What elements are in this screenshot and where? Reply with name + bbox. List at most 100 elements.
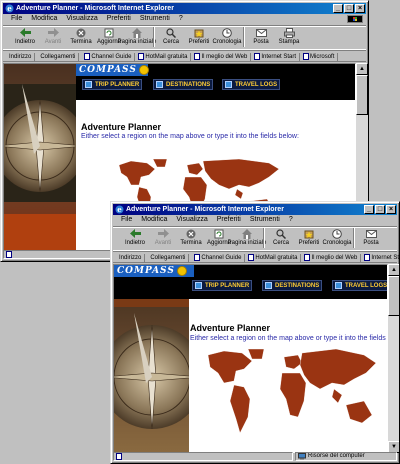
address-links-bar: Indirizzo Collegamenti Channel Guide Hot… <box>3 52 366 62</box>
maximize-button[interactable]: □ <box>375 205 385 214</box>
sun-icon <box>176 265 187 276</box>
minimize-button[interactable]: _ <box>333 4 343 13</box>
menu-help[interactable]: ? <box>179 14 183 24</box>
refresh-button[interactable]: Aggiorna <box>205 228 233 250</box>
link-channel-guide[interactable]: Channel Guide <box>84 52 136 61</box>
svg-text:e: e <box>117 205 122 214</box>
toolbar-separator <box>263 228 265 248</box>
browser-window-front[interactable]: e Adventure Planner - Microsoft Internet… <box>110 201 400 464</box>
svg-text:e: e <box>7 4 12 13</box>
link-hotmail[interactable]: HotMail gratuita <box>248 253 302 262</box>
nav-travel-logs[interactable]: TRAVEL LOGS <box>222 79 281 90</box>
stop-button[interactable]: Termina <box>177 228 205 250</box>
scroll-up-button[interactable]: ▲ <box>356 63 368 75</box>
nav-destinations[interactable]: DESTINATIONS <box>262 280 323 291</box>
nav-trip-planner[interactable]: TRIP PLANNER <box>82 79 143 90</box>
link-internet-start[interactable]: Internet Start <box>254 52 301 61</box>
forward-button[interactable]: Avanti <box>39 27 67 49</box>
close-button[interactable]: × <box>386 205 396 214</box>
stop-button[interactable]: Termina <box>67 27 95 49</box>
instructions-text: Either select a region on the map above … <box>81 133 299 140</box>
world-map[interactable] <box>204 349 384 449</box>
links-label[interactable]: Collegamenti <box>150 253 190 262</box>
stop-icon <box>186 229 196 238</box>
menu-strumenti[interactable]: Strumenti <box>250 215 280 225</box>
print-button[interactable]: Stampa <box>275 27 303 49</box>
toolbar-separator <box>243 27 245 47</box>
search-icon <box>166 27 176 38</box>
minimize-button[interactable]: _ <box>364 205 374 214</box>
sun-icon <box>138 64 149 75</box>
history-icon <box>222 27 232 38</box>
links-label[interactable]: Collegamenti <box>40 52 80 61</box>
menu-file[interactable]: File <box>121 215 132 225</box>
forward-button[interactable]: Avanti <box>149 228 177 250</box>
favorites-button[interactable]: Preferiti <box>185 27 213 49</box>
compass-logo[interactable]: COMPASS <box>114 265 194 277</box>
menu-preferiti[interactable]: Preferiti <box>217 215 241 225</box>
flag-icon <box>225 81 232 88</box>
title-bar[interactable]: e Adventure Planner - Microsoft Internet… <box>113 204 397 215</box>
favorites-button[interactable]: Preferiti <box>295 228 323 250</box>
page-icon <box>194 53 201 60</box>
home-icon <box>242 228 252 239</box>
compass-image <box>4 64 76 250</box>
nav-travel-logs[interactable]: TRAVEL LOGS <box>332 280 387 291</box>
back-button[interactable]: Indietro <box>11 27 39 49</box>
menu-bar: File Modifica Visualizza Preferiti Strum… <box>113 215 397 225</box>
menu-visualizza[interactable]: Visualizza <box>66 14 97 24</box>
menu-strumenti[interactable]: Strumenti <box>140 14 170 24</box>
page-icon <box>84 53 91 60</box>
standard-toolbar: Indietro Avanti Termina Aggiorna Pagina … <box>3 25 366 50</box>
menu-modifica[interactable]: Modifica <box>31 14 57 24</box>
link-channel-guide[interactable]: Channel Guide <box>194 253 246 262</box>
menu-file[interactable]: File <box>11 14 22 24</box>
home-button[interactable]: Pagina iniziale <box>118 27 156 49</box>
address-label[interactable]: Indirizzo <box>9 52 36 61</box>
nav-destinations[interactable]: DESTINATIONS <box>153 79 214 90</box>
my-computer-icon <box>298 452 306 460</box>
search-button[interactable]: Cerca <box>267 228 295 250</box>
maximize-button[interactable]: □ <box>344 4 354 13</box>
instructions-text: Either select a region on the map above … <box>190 335 388 342</box>
menu-help[interactable]: ? <box>289 215 293 225</box>
menu-modifica[interactable]: Modifica <box>141 215 167 225</box>
menu-visualizza[interactable]: Visualizza <box>176 215 207 225</box>
page-icon <box>364 254 371 261</box>
page-icon <box>304 254 311 261</box>
address-links-bar: Indirizzo Collegamenti Channel Guide Hot… <box>113 253 399 263</box>
home-button[interactable]: Pagina iniziale <box>228 228 266 250</box>
link-best-of-web[interactable]: Il meglio del Web <box>194 52 252 61</box>
refresh-button[interactable]: Aggiorna <box>95 27 123 49</box>
scroll-thumb[interactable] <box>356 75 368 115</box>
mail-button[interactable]: Posta <box>357 228 385 250</box>
stop-icon <box>76 28 86 37</box>
search-button[interactable]: Cerca <box>157 27 185 49</box>
scroll-thumb[interactable] <box>388 276 399 316</box>
back-button[interactable]: Indietro <box>121 228 149 250</box>
link-microsoft[interactable]: Microsoft <box>303 52 339 61</box>
history-button[interactable]: Cronologia <box>212 27 242 49</box>
address-label[interactable]: Indirizzo <box>119 253 146 262</box>
scroll-up-button[interactable]: ▲ <box>388 264 399 276</box>
standard-toolbar: Indietro Avanti Termina Aggiorna Pagina … <box>113 226 397 251</box>
web-content[interactable]: COMPASS TRIP PLANNER DESTINATIONS TRAVEL… <box>113 264 388 453</box>
nav-trip-planner[interactable]: TRIP PLANNER <box>192 280 253 291</box>
favorites-icon <box>194 29 204 37</box>
history-button[interactable]: Cronologia <box>322 228 352 250</box>
ie-icon: e <box>5 4 14 13</box>
printer-icon <box>283 27 295 38</box>
link-hotmail[interactable]: HotMail gratuita <box>138 52 192 61</box>
link-internet-start[interactable]: Internet Start <box>364 254 399 262</box>
vertical-scrollbar[interactable]: ▲ ▼ <box>388 264 399 453</box>
close-button[interactable]: × <box>355 4 365 13</box>
site-header: COMPASS TRIP PLANNER DESTINATIONS TRAVEL… <box>114 265 387 299</box>
mail-icon <box>365 230 377 238</box>
title-bar[interactable]: e Adventure Planner - Microsoft Internet… <box>3 3 366 14</box>
menu-preferiti[interactable]: Preferiti <box>107 14 131 24</box>
mail-button[interactable]: Posta <box>247 27 275 49</box>
status-bar: Risorse del computer <box>113 451 397 461</box>
link-best-of-web[interactable]: Il meglio del Web <box>304 253 362 262</box>
compass-logo[interactable]: COMPASS <box>76 64 149 76</box>
flag-icon <box>156 81 163 88</box>
